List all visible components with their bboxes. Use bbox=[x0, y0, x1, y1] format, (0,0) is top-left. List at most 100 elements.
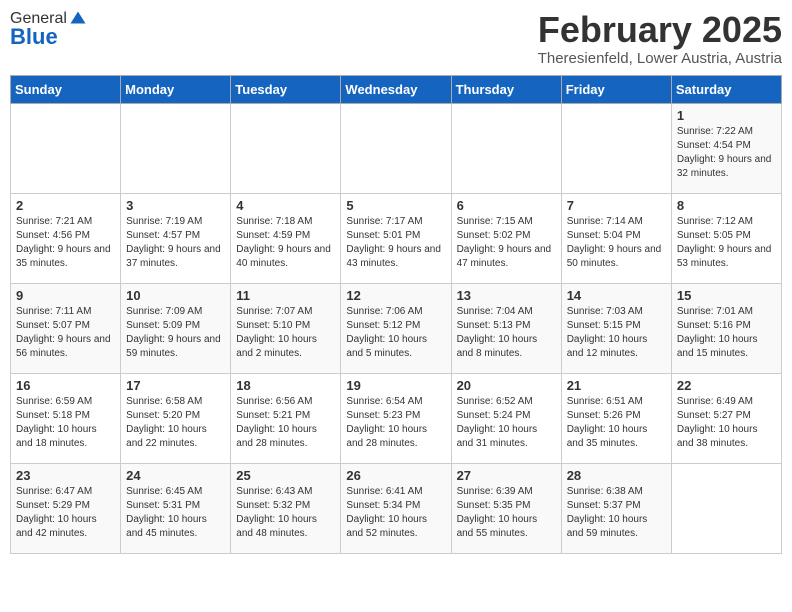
calendar-table: SundayMondayTuesdayWednesdayThursdayFrid… bbox=[10, 75, 782, 554]
day-info: Sunrise: 7:21 AM Sunset: 4:56 PM Dayligh… bbox=[16, 215, 115, 271]
day-number: 25 bbox=[236, 468, 335, 483]
day-number: 6 bbox=[457, 198, 556, 213]
day-info: Sunrise: 6:59 AM Sunset: 5:18 PM Dayligh… bbox=[16, 395, 115, 451]
day-info: Sunrise: 6:45 AM Sunset: 5:31 PM Dayligh… bbox=[126, 485, 225, 541]
day-info: Sunrise: 7:04 AM Sunset: 5:13 PM Dayligh… bbox=[457, 305, 556, 361]
calendar-cell: 27Sunrise: 6:39 AM Sunset: 5:35 PM Dayli… bbox=[451, 463, 561, 553]
calendar-cell bbox=[561, 103, 671, 193]
day-number: 5 bbox=[346, 198, 445, 213]
day-number: 28 bbox=[567, 468, 666, 483]
day-info: Sunrise: 6:54 AM Sunset: 5:23 PM Dayligh… bbox=[346, 395, 445, 451]
day-info: Sunrise: 7:17 AM Sunset: 5:01 PM Dayligh… bbox=[346, 215, 445, 271]
calendar-cell: 7 Sunrise: 7:14 AM Sunset: 5:04 PM Daylig… bbox=[561, 193, 671, 283]
day-number: 1 bbox=[677, 108, 776, 123]
calendar-cell: 21 Sunrise: 6:51 AM Sunset: 5:26 PM Dayli… bbox=[561, 373, 671, 463]
calendar-cell: 18 Sunrise: 6:56 AM Sunset: 5:21 PM Dayli… bbox=[231, 373, 341, 463]
calendar-cell: 23 Sunrise: 6:47 AM Sunset: 5:29 PM Dayli… bbox=[11, 463, 121, 553]
day-info: Sunrise: 6:56 AM Sunset: 5:21 PM Dayligh… bbox=[236, 395, 335, 451]
day-number: 16 bbox=[16, 378, 115, 393]
calendar-cell: 16 Sunrise: 6:59 AM Sunset: 5:18 PM Dayli… bbox=[11, 373, 121, 463]
day-info: Sunrise: 7:14 AM Sunset: 5:04 PM Dayligh… bbox=[567, 215, 666, 271]
day-info: Sunrise: 7:12 AM Sunset: 5:05 PM Dayligh… bbox=[677, 215, 776, 271]
calendar-cell: 22 Sunrise: 6:49 AM Sunset: 5:27 PM Dayli… bbox=[671, 373, 781, 463]
day-number: 12 bbox=[346, 288, 445, 303]
logo: General Blue bbox=[10, 10, 87, 50]
day-number: 18 bbox=[236, 378, 335, 393]
day-info: Sunrise: 6:51 AM Sunset: 5:26 PM Dayligh… bbox=[567, 395, 666, 451]
day-number: 15 bbox=[677, 288, 776, 303]
day-number: 23 bbox=[16, 468, 115, 483]
day-number: 8 bbox=[677, 198, 776, 213]
day-info: Sunrise: 6:58 AM Sunset: 5:20 PM Dayligh… bbox=[126, 395, 225, 451]
weekday-header-friday: Friday bbox=[561, 75, 671, 103]
day-number: 13 bbox=[457, 288, 556, 303]
calendar-cell: 17 Sunrise: 6:58 AM Sunset: 5:20 PM Dayli… bbox=[121, 373, 231, 463]
day-info: Sunrise: 7:19 AM Sunset: 4:57 PM Dayligh… bbox=[126, 215, 225, 271]
calendar-cell: 5 Sunrise: 7:17 AM Sunset: 5:01 PM Daylig… bbox=[341, 193, 451, 283]
day-info: Sunrise: 6:52 AM Sunset: 5:24 PM Dayligh… bbox=[457, 395, 556, 451]
calendar-cell bbox=[11, 103, 121, 193]
logo-blue-text: Blue bbox=[10, 24, 58, 50]
day-number: 26 bbox=[346, 468, 445, 483]
day-number: 20 bbox=[457, 378, 556, 393]
calendar-title: February 2025 bbox=[538, 10, 782, 50]
page-header: General Blue February 2025 Theresienfeld… bbox=[10, 10, 782, 67]
calendar-cell: 3 Sunrise: 7:19 AM Sunset: 4:57 PM Daylig… bbox=[121, 193, 231, 283]
weekday-header-saturday: Saturday bbox=[671, 75, 781, 103]
weekday-header-tuesday: Tuesday bbox=[231, 75, 341, 103]
calendar-cell: 4 Sunrise: 7:18 AM Sunset: 4:59 PM Daylig… bbox=[231, 193, 341, 283]
calendar-cell: 1 Sunrise: 7:22 AM Sunset: 4:54 PM Daylig… bbox=[671, 103, 781, 193]
day-info: Sunrise: 6:47 AM Sunset: 5:29 PM Dayligh… bbox=[16, 485, 115, 541]
day-number: 19 bbox=[346, 378, 445, 393]
calendar-cell: 15 Sunrise: 7:01 AM Sunset: 5:16 PM Dayli… bbox=[671, 283, 781, 373]
calendar-subtitle: Theresienfeld, Lower Austria, Austria bbox=[538, 50, 782, 67]
day-info: Sunrise: 7:03 AM Sunset: 5:15 PM Dayligh… bbox=[567, 305, 666, 361]
day-number: 10 bbox=[126, 288, 225, 303]
calendar-cell bbox=[341, 103, 451, 193]
day-info: Sunrise: 7:06 AM Sunset: 5:12 PM Dayligh… bbox=[346, 305, 445, 361]
calendar-cell: 19 Sunrise: 6:54 AM Sunset: 5:23 PM Dayli… bbox=[341, 373, 451, 463]
day-number: 22 bbox=[677, 378, 776, 393]
calendar-cell: 26 Sunrise: 6:41 AM Sunset: 5:34 PM Dayli… bbox=[341, 463, 451, 553]
day-info: Sunrise: 7:11 AM Sunset: 5:07 PM Dayligh… bbox=[16, 305, 115, 361]
calendar-cell bbox=[121, 103, 231, 193]
day-number: 17 bbox=[126, 378, 225, 393]
calendar-cell: 6 Sunrise: 7:15 AM Sunset: 5:02 PM Daylig… bbox=[451, 193, 561, 283]
day-info: Sunrise: 6:41 AM Sunset: 5:34 PM Dayligh… bbox=[346, 485, 445, 541]
calendar-cell: 20 Sunrise: 6:52 AM Sunset: 5:24 PM Dayli… bbox=[451, 373, 561, 463]
day-info: Sunrise: 7:01 AM Sunset: 5:16 PM Dayligh… bbox=[677, 305, 776, 361]
calendar-cell bbox=[231, 103, 341, 193]
calendar-cell: 12 Sunrise: 7:06 AM Sunset: 5:12 PM Dayli… bbox=[341, 283, 451, 373]
calendar-cell: 13 Sunrise: 7:04 AM Sunset: 5:13 PM Dayli… bbox=[451, 283, 561, 373]
calendar-cell bbox=[451, 103, 561, 193]
day-number: 11 bbox=[236, 288, 335, 303]
day-number: 4 bbox=[236, 198, 335, 213]
day-number: 3 bbox=[126, 198, 225, 213]
day-info: Sunrise: 7:15 AM Sunset: 5:02 PM Dayligh… bbox=[457, 215, 556, 271]
weekday-header-monday: Monday bbox=[121, 75, 231, 103]
day-info: Sunrise: 7:22 AM Sunset: 4:54 PM Dayligh… bbox=[677, 125, 776, 181]
calendar-cell: 25 Sunrise: 6:43 AM Sunset: 5:32 PM Dayli… bbox=[231, 463, 341, 553]
day-number: 7 bbox=[567, 198, 666, 213]
day-info: Sunrise: 6:49 AM Sunset: 5:27 PM Dayligh… bbox=[677, 395, 776, 451]
day-info: Sunrise: 7:18 AM Sunset: 4:59 PM Dayligh… bbox=[236, 215, 335, 271]
calendar-cell: 11Sunrise: 7:07 AM Sunset: 5:10 PM Dayli… bbox=[231, 283, 341, 373]
weekday-header-sunday: Sunday bbox=[11, 75, 121, 103]
day-number: 2 bbox=[16, 198, 115, 213]
calendar-cell: 14 Sunrise: 7:03 AM Sunset: 5:15 PM Dayli… bbox=[561, 283, 671, 373]
day-number: 27 bbox=[457, 468, 556, 483]
day-info: Sunrise: 7:09 AM Sunset: 5:09 PM Dayligh… bbox=[126, 305, 225, 361]
day-number: 9 bbox=[16, 288, 115, 303]
weekday-header-wednesday: Wednesday bbox=[341, 75, 451, 103]
calendar-cell: 24 Sunrise: 6:45 AM Sunset: 5:31 PM Dayli… bbox=[121, 463, 231, 553]
calendar-cell: 10 Sunrise: 7:09 AM Sunset: 5:09 PM Dayli… bbox=[121, 283, 231, 373]
calendar-cell: 28 Sunrise: 6:38 AM Sunset: 5:37 PM Dayli… bbox=[561, 463, 671, 553]
day-info: Sunrise: 6:43 AM Sunset: 5:32 PM Dayligh… bbox=[236, 485, 335, 541]
calendar-cell bbox=[671, 463, 781, 553]
day-number: 21 bbox=[567, 378, 666, 393]
title-block: February 2025 Theresienfeld, Lower Austr… bbox=[538, 10, 782, 67]
day-number: 24 bbox=[126, 468, 225, 483]
day-number: 14 bbox=[567, 288, 666, 303]
day-info: Sunrise: 6:38 AM Sunset: 5:37 PM Dayligh… bbox=[567, 485, 666, 541]
calendar-cell: 2 Sunrise: 7:21 AM Sunset: 4:56 PM Daylig… bbox=[11, 193, 121, 283]
